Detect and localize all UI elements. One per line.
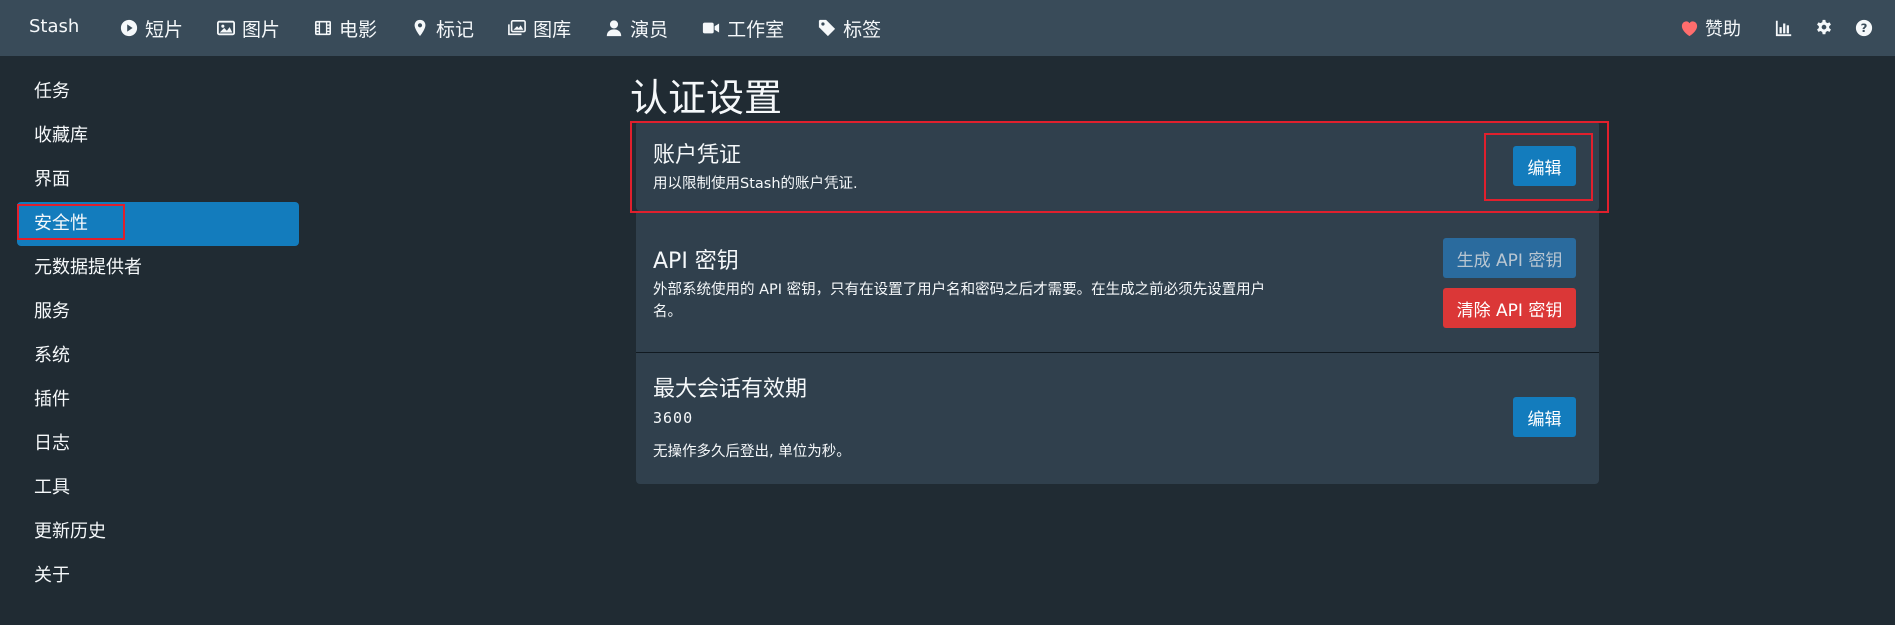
film-icon	[315, 20, 332, 36]
donate-link[interactable]: 赞助	[1680, 15, 1741, 41]
image-icon	[217, 20, 236, 36]
nav-label: 图片	[242, 18, 281, 41]
brand-logo[interactable]: Stash	[29, 16, 79, 37]
nav-right: 赞助 ?	[1680, 0, 1895, 56]
session-title: 最大会话有效期	[653, 377, 808, 402]
credentials-title: 账户凭证	[653, 143, 742, 168]
donate-label: 赞助	[1705, 19, 1741, 40]
nav-item-images[interactable]: 图片	[217, 15, 280, 42]
nav-item-performers[interactable]: 演员	[605, 15, 668, 42]
session-card: 最大会话有效期 3600 无操作多久后登出, 单位为秒。 编辑	[636, 353, 1599, 484]
credentials-description: 用以限制使用Stash的账户凭证.	[653, 176, 858, 192]
edit-credentials-button[interactable]: 编辑	[1513, 146, 1576, 186]
credentials-card: 账户凭证 用以限制使用Stash的账户凭证. 编辑	[636, 121, 1599, 211]
video-icon	[702, 22, 720, 34]
nav-items: 短片 图片 电影 标记 图库 演员 工作室 标签	[120, 0, 915, 56]
api-key-description-line2: 名。	[653, 304, 682, 320]
sidebar-item-changelog[interactable]: 更新历史	[17, 510, 299, 554]
nav-item-markers[interactable]: 标记	[411, 15, 474, 42]
nav-item-movies[interactable]: 电影	[314, 15, 377, 42]
nav-label: 图库	[533, 18, 572, 41]
settings-button[interactable]	[1815, 19, 1833, 37]
page-title: 认证设置	[630, 76, 783, 120]
sidebar-item-label: 安全性	[34, 213, 88, 234]
sidebar-item-services[interactable]: 服务	[17, 290, 299, 334]
nav-label: 演员	[630, 18, 669, 41]
nav-item-studios[interactable]: 工作室	[702, 15, 784, 42]
nav-label: 工作室	[727, 18, 785, 41]
sidebar-item-logs[interactable]: 日志	[17, 422, 299, 466]
api-key-title: API 密钥	[653, 249, 739, 274]
settings-sidebar: 任务 收藏库 界面 安全性 元数据提供者 服务 系统 插件 日志 工具 更新历史…	[17, 70, 299, 598]
sidebar-item-tools[interactable]: 工具	[17, 466, 299, 510]
sidebar-item-library[interactable]: 收藏库	[17, 114, 299, 158]
nav-label: 标记	[436, 18, 475, 41]
chart-icon	[1775, 20, 1792, 37]
heart-icon	[1681, 20, 1698, 36]
edit-session-button[interactable]: 编辑	[1513, 397, 1576, 437]
nav-label: 标签	[843, 18, 882, 41]
gear-icon	[1817, 19, 1831, 35]
nav-label: 短片	[145, 18, 184, 41]
map-marker-icon	[414, 19, 426, 37]
sidebar-item-about[interactable]: 关于	[17, 554, 299, 598]
nav-item-galleries[interactable]: 图库	[508, 15, 571, 42]
sidebar-item-interface[interactable]: 界面	[17, 158, 299, 202]
tag-icon	[819, 19, 836, 37]
sidebar-item-plugins[interactable]: 插件	[17, 378, 299, 422]
sidebar-item-security[interactable]: 安全性	[17, 202, 299, 246]
session-value: 3600	[653, 409, 694, 427]
sidebar-item-system[interactable]: 系统	[17, 334, 299, 378]
images-icon	[508, 19, 526, 36]
clear-api-key-button[interactable]: 清除 API 密钥	[1443, 288, 1576, 328]
nav-item-tags[interactable]: 标签	[818, 15, 881, 42]
svg-text:?: ?	[1861, 21, 1868, 35]
sidebar-item-metadata-providers[interactable]: 元数据提供者	[17, 246, 299, 290]
generate-api-key-button[interactable]: 生成 API 密钥	[1443, 238, 1576, 278]
help-icon: ?	[1855, 19, 1873, 37]
sidebar-item-tasks[interactable]: 任务	[17, 70, 299, 114]
user-icon	[606, 20, 622, 37]
play-circle-icon	[120, 19, 138, 37]
stats-button[interactable]	[1775, 19, 1793, 37]
top-navbar: Stash 短片 图片 电影 标记 图库 演员 工作室 标签 赞助 ?	[0, 0, 1895, 56]
nav-label: 电影	[339, 18, 378, 41]
session-description: 无操作多久后登出, 单位为秒。	[653, 444, 851, 460]
api-key-card: API 密钥 外部系统使用的 API 密钥，只有在设置了用户名和密码之后才需要。…	[636, 213, 1599, 352]
help-button[interactable]: ?	[1855, 19, 1873, 37]
api-key-description-line1: 外部系统使用的 API 密钥，只有在设置了用户名和密码之后才需要。在生成之前必须…	[653, 282, 1266, 298]
nav-item-scenes[interactable]: 短片	[120, 15, 183, 42]
